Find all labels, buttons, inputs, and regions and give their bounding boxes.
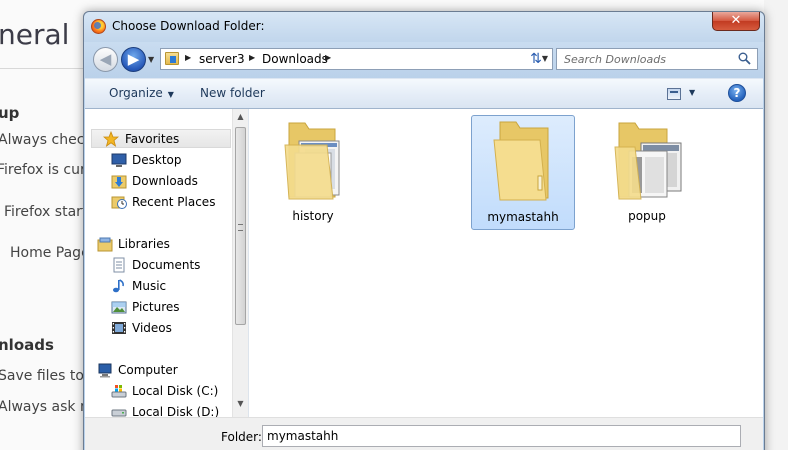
title-divider: [0, 68, 84, 69]
nav-computer[interactable]: Computer: [85, 361, 233, 380]
view-options-dropdown[interactable]: ▼: [689, 88, 695, 97]
recent-pages-dropdown[interactable]: ▼: [148, 55, 154, 64]
nav-documents[interactable]: Documents: [85, 256, 233, 275]
nav-local-disk-c[interactable]: Local Disk (C:): [85, 382, 233, 401]
command-bar: Organize ▼ New folder ▼ ?: [85, 78, 763, 109]
address-bar[interactable]: ▶ server3 ▶ Downloads ▶ ▼: [160, 48, 553, 70]
recent-places-icon: [111, 196, 127, 209]
help-icon[interactable]: ?: [728, 84, 746, 102]
nav-libraries-label: Libraries: [118, 237, 170, 251]
arrow-left-icon: ◀: [99, 50, 112, 68]
nav-desktop[interactable]: Desktop: [85, 151, 233, 170]
nav-music[interactable]: Music: [85, 277, 233, 296]
breadcrumb-downloads[interactable]: Downloads: [262, 52, 328, 66]
change-view-icon[interactable]: [667, 88, 681, 100]
folder-tile-popup[interactable]: popup: [595, 115, 699, 230]
nav-desktop-label: Desktop: [132, 153, 182, 167]
nav-videos[interactable]: Videos: [85, 319, 233, 338]
nav-recent-places[interactable]: Recent Places: [85, 193, 233, 212]
page-title: neral: [0, 18, 70, 51]
nav-favorites[interactable]: Favorites: [91, 129, 231, 148]
videos-icon: [112, 322, 126, 334]
always-check-label[interactable]: Always check: [0, 132, 93, 148]
firefox-icon: [91, 19, 106, 34]
home-page-label: Home Page: [10, 245, 90, 261]
folder-tile-history[interactable]: history: [261, 115, 365, 230]
arrow-right-icon: ▶: [127, 50, 140, 68]
folder-name: history: [292, 209, 334, 223]
search-input[interactable]: [557, 49, 735, 69]
desktop-icon: [111, 153, 127, 167]
nav-pictures[interactable]: Pictures: [85, 298, 233, 317]
folder-name: mymastahh: [487, 210, 559, 224]
folder-field-label: Folder:: [221, 430, 262, 444]
page-right-edge: [764, 0, 788, 450]
folder-name: popup: [628, 209, 666, 223]
pictures-icon: [111, 301, 127, 314]
nav-local-disk-c-label: Local Disk (C:): [132, 384, 219, 398]
chevron-down-icon: ▼: [167, 90, 174, 99]
startup-heading: up: [0, 104, 20, 122]
nav-computer-label: Computer: [118, 363, 178, 377]
folder-icon: [614, 122, 682, 200]
navigation-scrollbar[interactable]: ▲ ▼: [232, 109, 248, 417]
computer-icon: [98, 363, 112, 378]
nav-libraries[interactable]: Libraries: [85, 235, 233, 254]
close-button[interactable]: ✕: [712, 12, 760, 31]
folder-icon: [493, 121, 549, 201]
breadcrumb-arrow-icon[interactable]: ▶: [185, 53, 191, 62]
back-button[interactable]: ◀: [93, 47, 118, 72]
forward-button[interactable]: ▶: [121, 47, 146, 72]
folder-tile-mymastahh[interactable]: mymastahh: [471, 115, 575, 230]
nav-recent-places-label: Recent Places: [132, 195, 216, 209]
nav-videos-label: Videos: [132, 321, 172, 335]
organize-button[interactable]: Organize ▼: [109, 86, 174, 100]
libraries-icon: [97, 237, 113, 252]
breadcrumb-arrow-icon[interactable]: ▶: [249, 53, 255, 62]
downloads-heading: nloads: [0, 336, 54, 354]
new-folder-button[interactable]: New folder: [200, 86, 265, 100]
nav-pictures-label: Pictures: [132, 300, 180, 314]
navigation-pane: Favorites Desktop Downloads Recent Place…: [85, 109, 249, 419]
choose-download-folder-dialog: Choose Download Folder: ✕ ◀ ▶ ▼ ▶ server…: [83, 11, 765, 450]
search-icon[interactable]: [738, 52, 751, 65]
search-box: [556, 48, 758, 70]
address-row: ◀ ▶ ▼ ▶ server3 ▶ Downloads ▶ ▼ ⇅: [84, 42, 764, 78]
folder-icon: [165, 52, 179, 65]
scrollbar-thumb[interactable]: [235, 127, 246, 325]
system-drive-icon: [111, 385, 127, 398]
star-icon: [103, 131, 119, 147]
firefox-current-label: Firefox is curr: [0, 162, 92, 178]
documents-icon: [113, 257, 125, 273]
breadcrumb-arrow-icon[interactable]: ▶: [325, 53, 331, 62]
nav-downloads[interactable]: Downloads: [85, 172, 233, 191]
breadcrumb-server3[interactable]: server3: [199, 52, 245, 66]
nav-downloads-label: Downloads: [132, 174, 198, 188]
nav-music-label: Music: [132, 279, 167, 293]
always-ask-label[interactable]: Always ask m: [0, 399, 94, 415]
dialog-titlebar[interactable]: Choose Download Folder: ✕: [84, 12, 764, 42]
scroll-up-icon[interactable]: ▲: [233, 109, 248, 125]
file-list-pane: history mymastahh popup: [249, 109, 763, 417]
folder-selection-bar: Folder:: [85, 417, 763, 450]
save-files-label[interactable]: Save files to: [0, 368, 84, 384]
nav-documents-label: Documents: [132, 258, 201, 272]
firefox-starts-label: Firefox start: [4, 204, 88, 220]
music-icon: [113, 279, 124, 293]
organize-label: Organize: [109, 86, 163, 100]
downloads-folder-icon: [111, 175, 127, 189]
refresh-icon: ⇅: [530, 51, 542, 67]
dialog-title: Choose Download Folder:: [112, 19, 265, 33]
nav-favorites-label: Favorites: [125, 132, 180, 146]
refresh-button[interactable]: ⇅: [523, 48, 549, 70]
folder-icon: [284, 122, 340, 200]
folder-name-input[interactable]: [262, 425, 741, 447]
scroll-down-icon[interactable]: ▼: [233, 396, 248, 412]
